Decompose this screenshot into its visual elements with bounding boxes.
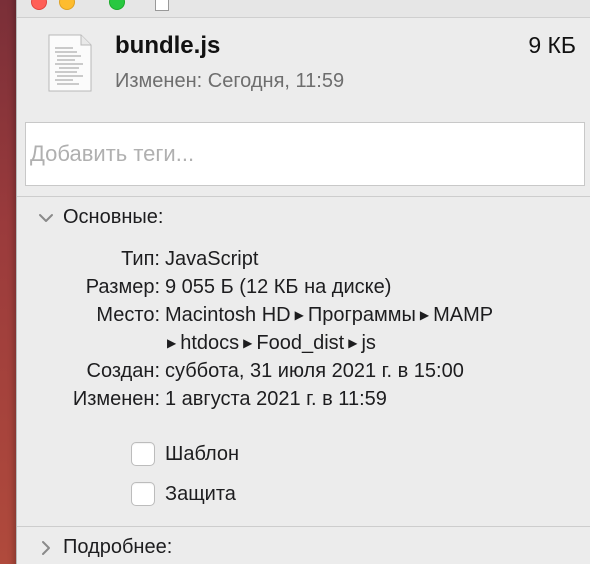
path-segment[interactable]: js	[361, 332, 375, 354]
size-value: 9 055 Б (12 КБ на диске)	[165, 276, 392, 298]
created-label: Создан:	[86, 360, 160, 382]
path-arrow-icon: ▶	[348, 336, 358, 350]
info-row-size: Размер: 9 055 Б (12 КБ на диске)	[17, 276, 590, 302]
info-row-type: Тип: JavaScript	[17, 248, 590, 274]
path-segment[interactable]: Macintosh HD	[165, 304, 291, 326]
path-segment[interactable]: htdocs	[180, 332, 239, 354]
locked-checkbox-row[interactable]: Защита	[131, 482, 236, 506]
locked-label: Защита	[165, 482, 236, 505]
modified-summary: Изменен: Сегодня, 11:59	[115, 70, 344, 93]
locked-checkbox[interactable]	[131, 482, 155, 506]
more-info-section-toggle[interactable]: Подробнее:	[35, 536, 172, 559]
divider	[17, 196, 590, 197]
minimize-window-button[interactable]	[59, 0, 75, 10]
location-label: Место:	[96, 304, 160, 326]
divider	[17, 526, 590, 527]
title-bar	[17, 0, 590, 18]
path-arrow-icon: ▶	[419, 308, 430, 322]
document-icon	[155, 0, 169, 11]
path-segment[interactable]: Программы	[308, 304, 416, 326]
path-arrow-icon: ▶	[243, 336, 253, 350]
location-path-line1: Macintosh HD ▶ Программы ▶ MAMP	[165, 304, 493, 327]
info-row-modified: Изменен: 1 августа 2021 г. в 11:59	[17, 388, 590, 414]
more-info-section-title: Подробнее:	[63, 536, 173, 558]
general-section-title: Основные:	[63, 206, 164, 228]
chevron-down-icon	[35, 207, 57, 229]
general-section-toggle[interactable]: Основные:	[35, 206, 163, 229]
path-arrow-icon: ▶	[294, 308, 304, 322]
size-label: Размер:	[85, 276, 160, 298]
modified-value: Сегодня, 11:59	[207, 70, 345, 92]
chevron-right-icon	[35, 537, 57, 559]
stationery-label: Шаблон	[165, 442, 240, 465]
info-window: bundle.js 9 КБ Изменен: Сегодня, 11:59 О…	[16, 0, 590, 564]
type-label: Тип:	[121, 248, 160, 270]
stationery-checkbox-row[interactable]: Шаблон	[131, 442, 239, 466]
path-segment[interactable]: Food_dist	[256, 332, 344, 354]
modified-row-value: 1 августа 2021 г. в 11:59	[165, 388, 387, 410]
close-window-button[interactable]	[31, 0, 47, 10]
file-name: bundle.js	[115, 32, 221, 59]
modified-row-label: Изменен:	[72, 388, 160, 410]
document-icon	[47, 34, 93, 92]
info-row-created: Создан: суббота, 31 июля 2021 г. в 15:00	[17, 360, 590, 386]
file-size: 9 КБ	[528, 32, 576, 58]
info-row-location: Место: Macintosh HD ▶ Программы ▶ MAMP	[17, 304, 590, 330]
location-path-line2: ▶ htdocs ▶ Food_dist ▶ js	[165, 332, 376, 355]
path-segment[interactable]: MAMP	[433, 304, 493, 326]
info-row-location-cont: ▶ htdocs ▶ Food_dist ▶ js	[17, 332, 590, 358]
type-value: JavaScript	[165, 248, 259, 270]
tags-input[interactable]	[25, 122, 585, 186]
file-header: bundle.js 9 КБ Изменен: Сегодня, 11:59	[17, 18, 590, 110]
modified-label: Изменен:	[115, 70, 203, 92]
zoom-window-button[interactable]	[109, 0, 125, 10]
stationery-checkbox[interactable]	[131, 442, 155, 466]
path-arrow-icon: ▶	[167, 336, 177, 350]
created-value: суббота, 31 июля 2021 г. в 15:00	[165, 360, 464, 382]
